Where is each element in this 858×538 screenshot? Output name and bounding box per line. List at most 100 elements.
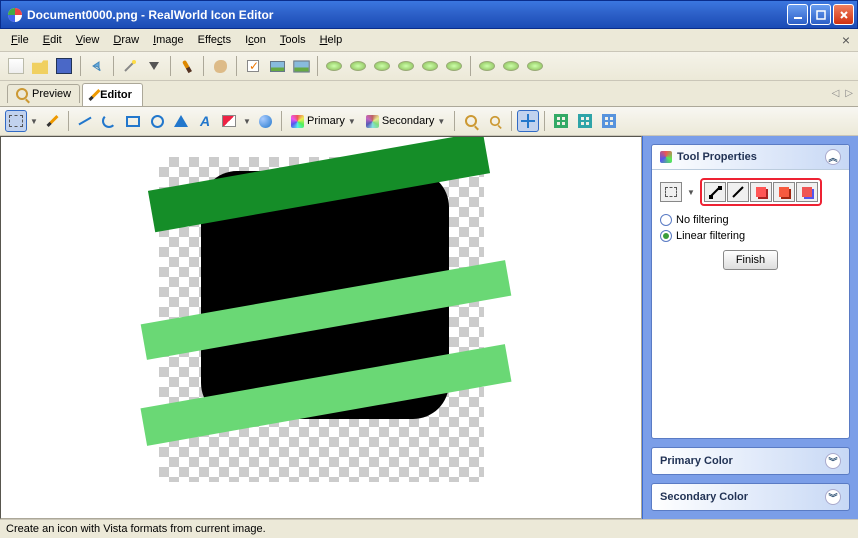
- scale-linear-button[interactable]: [727, 182, 749, 202]
- radio-icon: [660, 214, 672, 226]
- separator: [511, 111, 512, 131]
- wand-dropdown[interactable]: [143, 55, 165, 77]
- curve-tool-button[interactable]: [98, 110, 120, 132]
- separator: [236, 56, 237, 76]
- menu-icon[interactable]: Icon: [238, 32, 273, 48]
- copy-mode-1-button[interactable]: [750, 182, 772, 202]
- zoom-in-button[interactable]: [460, 110, 482, 132]
- wand-button[interactable]: [119, 55, 141, 77]
- secondary-combo[interactable]: Secondary ▼: [362, 115, 450, 128]
- swatch-icon: [291, 115, 304, 128]
- menu-image[interactable]: Image: [146, 32, 191, 48]
- ellipse-7-button[interactable]: [476, 55, 498, 77]
- panel-title: Tool Properties: [677, 151, 757, 163]
- ellipse-6-button[interactable]: [443, 55, 465, 77]
- side-panel: Tool Properties ︽ ▼: [642, 136, 858, 519]
- expand-icon[interactable]: ︾: [825, 453, 841, 469]
- expand-icon[interactable]: ︾: [825, 489, 841, 505]
- grid-2-button[interactable]: [574, 110, 596, 132]
- grid-3-button[interactable]: [598, 110, 620, 132]
- pencil-tool-button[interactable]: [41, 110, 63, 132]
- ellipse-3-button[interactable]: [371, 55, 393, 77]
- undo-button[interactable]: [86, 55, 108, 77]
- canvas-area[interactable]: [0, 136, 642, 519]
- tab-bar: Preview Editor ◁ ▷: [0, 81, 858, 107]
- blob-button[interactable]: [209, 55, 231, 77]
- save-button[interactable]: [53, 55, 75, 77]
- main-area: Tool Properties ︽ ▼: [0, 136, 858, 519]
- preview-zoom-button[interactable]: [290, 55, 312, 77]
- ellipse-5-button[interactable]: [419, 55, 441, 77]
- color-tool-button[interactable]: [254, 110, 276, 132]
- close-button[interactable]: [833, 4, 854, 25]
- polygon-tool-button[interactable]: [170, 110, 192, 132]
- menu-view[interactable]: View: [69, 32, 107, 48]
- menu-edit[interactable]: Edit: [36, 32, 69, 48]
- chevron-down-icon: ▼: [348, 117, 356, 126]
- collapse-icon[interactable]: ︽: [825, 149, 841, 165]
- tab-editor[interactable]: Editor: [82, 83, 143, 106]
- select-tool-dropdown[interactable]: ▼: [29, 110, 39, 132]
- scale-nearest-button[interactable]: [704, 182, 726, 202]
- panel-header[interactable]: Tool Properties ︽: [652, 145, 849, 170]
- linear-filtering-radio[interactable]: Linear filtering: [660, 230, 841, 242]
- document-close-button[interactable]: ×: [838, 32, 854, 48]
- menu-effects[interactable]: Effects: [191, 32, 238, 48]
- pencil-icon: [89, 89, 101, 101]
- separator: [80, 56, 81, 76]
- separator: [68, 111, 69, 131]
- secondary-color-panel[interactable]: Secondary Color ︾: [651, 483, 850, 511]
- drawing-toolbar: ▼ A ▼ Primary ▼ Secondary ▼: [0, 107, 858, 136]
- selection-mode-button[interactable]: [660, 182, 682, 202]
- fill-tool-dropdown[interactable]: ▼: [242, 110, 252, 132]
- zoom-out-button[interactable]: [484, 110, 506, 132]
- move-button[interactable]: [517, 110, 539, 132]
- ellipse-tool-button[interactable]: [146, 110, 168, 132]
- ellipse-1-button[interactable]: [323, 55, 345, 77]
- tool-properties-panel: Tool Properties ︽ ▼: [651, 144, 850, 439]
- separator: [170, 56, 171, 76]
- minimize-button[interactable]: [787, 4, 808, 25]
- ellipse-2-button[interactable]: [347, 55, 369, 77]
- line-tool-button[interactable]: [74, 110, 96, 132]
- copy-mode-2-button[interactable]: [773, 182, 795, 202]
- separator: [470, 56, 471, 76]
- status-text: Create an icon with Vista formats from c…: [6, 523, 266, 535]
- menu-file[interactable]: File: [4, 32, 36, 48]
- ellipse-8-button[interactable]: [500, 55, 522, 77]
- checked-button[interactable]: [242, 55, 264, 77]
- titlebar: Document0000.png - RealWorld Icon Editor: [0, 0, 858, 29]
- grid-1-button[interactable]: [550, 110, 572, 132]
- open-button[interactable]: [29, 55, 51, 77]
- ellipse-9-button[interactable]: [524, 55, 546, 77]
- menu-help[interactable]: Help: [313, 32, 350, 48]
- primary-color-panel[interactable]: Primary Color ︾: [651, 447, 850, 475]
- main-toolbar: [0, 52, 858, 81]
- tab-prev-button[interactable]: ◁: [832, 88, 840, 99]
- text-tool-button[interactable]: A: [194, 110, 216, 132]
- finish-button[interactable]: Finish: [723, 250, 778, 270]
- ellipse-4-button[interactable]: [395, 55, 417, 77]
- new-button[interactable]: [5, 55, 27, 77]
- panel-body: ▼ No filtering Linear filtering: [652, 170, 849, 278]
- radio-label: Linear filtering: [676, 230, 745, 242]
- menu-draw[interactable]: Draw: [106, 32, 146, 48]
- separator: [203, 56, 204, 76]
- maximize-button[interactable]: [810, 4, 831, 25]
- separator: [281, 111, 282, 131]
- fill-tool-button[interactable]: [218, 110, 240, 132]
- chevron-down-icon: ▼: [437, 117, 445, 126]
- separator: [544, 111, 545, 131]
- preview-image-button[interactable]: [266, 55, 288, 77]
- no-filtering-radio[interactable]: No filtering: [660, 214, 841, 226]
- panel-title: Primary Color: [660, 455, 733, 467]
- brush-button[interactable]: [176, 55, 198, 77]
- tab-next-button[interactable]: ▷: [845, 88, 853, 99]
- copy-mode-3-button[interactable]: [796, 182, 818, 202]
- primary-combo[interactable]: Primary ▼: [287, 115, 360, 128]
- selection-mode-dropdown[interactable]: ▼: [686, 186, 696, 198]
- tab-preview[interactable]: Preview: [7, 84, 80, 103]
- select-tool-button[interactable]: [5, 110, 27, 132]
- menu-tools[interactable]: Tools: [273, 32, 313, 48]
- rect-tool-button[interactable]: [122, 110, 144, 132]
